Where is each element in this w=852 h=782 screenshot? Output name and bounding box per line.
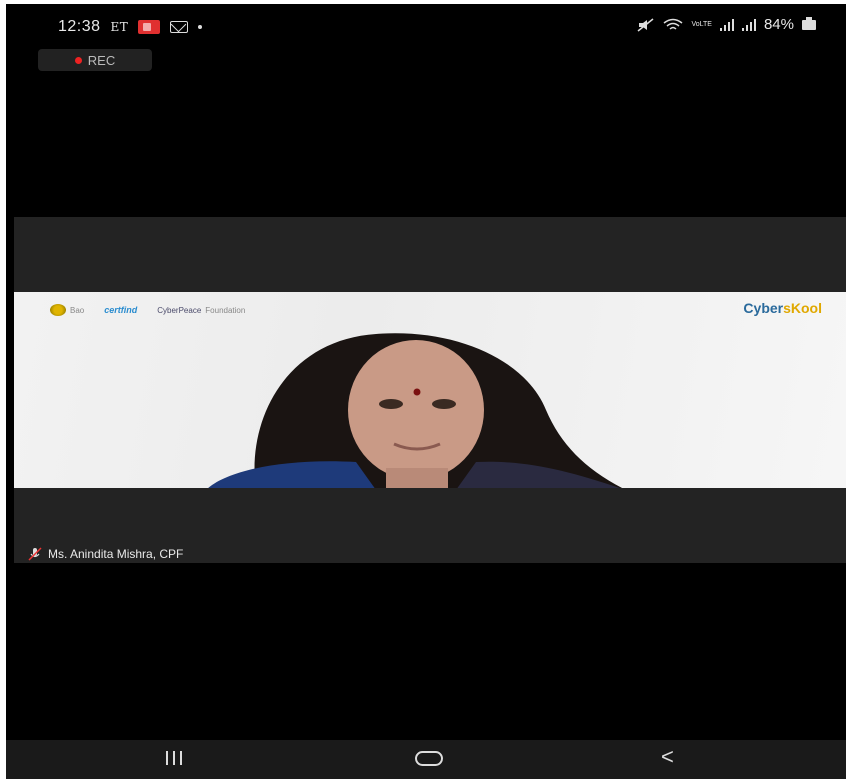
status-right: VoLTE 84% [637, 16, 816, 33]
screen-share-icon [138, 20, 161, 34]
sponsor-3-suffix: Foundation [205, 305, 246, 315]
sponsor-3-text: CyberPeace [157, 305, 202, 315]
recording-badge: REC [38, 49, 152, 71]
rec-label: REC [87, 52, 116, 68]
wifi-icon [664, 18, 683, 30]
back-button[interactable]: < [661, 745, 674, 769]
participant-video: Bao certfind CyberPeace Foundation Cyber… [14, 292, 846, 488]
sponsor-logo-3: CyberPeace Foundation [157, 306, 245, 315]
brand-main: Cyber [743, 300, 784, 316]
video-tile[interactable]: Bao certfind CyberPeace Foundation Cyber… [14, 217, 846, 563]
status-left: 12:38 ET [58, 18, 203, 36]
sponsor-logos: Bao certfind CyberPeace Foundation [50, 304, 245, 316]
sponsor-1-text: Bao [70, 305, 85, 315]
navigation-bar: < [6, 740, 846, 779]
participant-name: Ms. Anindita Mishra, CPF [48, 547, 184, 561]
home-button[interactable] [415, 751, 443, 766]
volte-icon: VoLTE [691, 21, 712, 28]
mic-off-icon [28, 547, 42, 561]
status-time: 12:38 [58, 18, 101, 35]
mute-icon [638, 17, 654, 32]
brand-accent: sKool [783, 300, 822, 316]
participant-name-label: Ms. Anindita Mishra, CPF [28, 547, 183, 561]
signal-icon [719, 18, 734, 31]
recent-apps-button[interactable] [166, 751, 182, 765]
status-bar: 12:38 ET VoLTE 84% [6, 4, 846, 50]
sponsor-logo-1: Bao [50, 304, 84, 316]
battery-percent: 84% [763, 16, 794, 33]
sponsor-logo-2: certfind [104, 305, 138, 315]
phone-screen: 12:38 ET VoLTE 84% REC Bao certfind Cybe… [6, 4, 846, 779]
brand-logo: CybersKool [743, 300, 822, 316]
notification-dot-icon [198, 25, 203, 29]
mail-icon [170, 21, 189, 33]
signal-icon [741, 18, 756, 31]
battery-icon [802, 16, 816, 30]
carrier-label: ET [110, 20, 129, 34]
presenter-image [208, 333, 623, 488]
emblem-icon [50, 304, 66, 316]
recording-dot-icon [74, 56, 82, 64]
